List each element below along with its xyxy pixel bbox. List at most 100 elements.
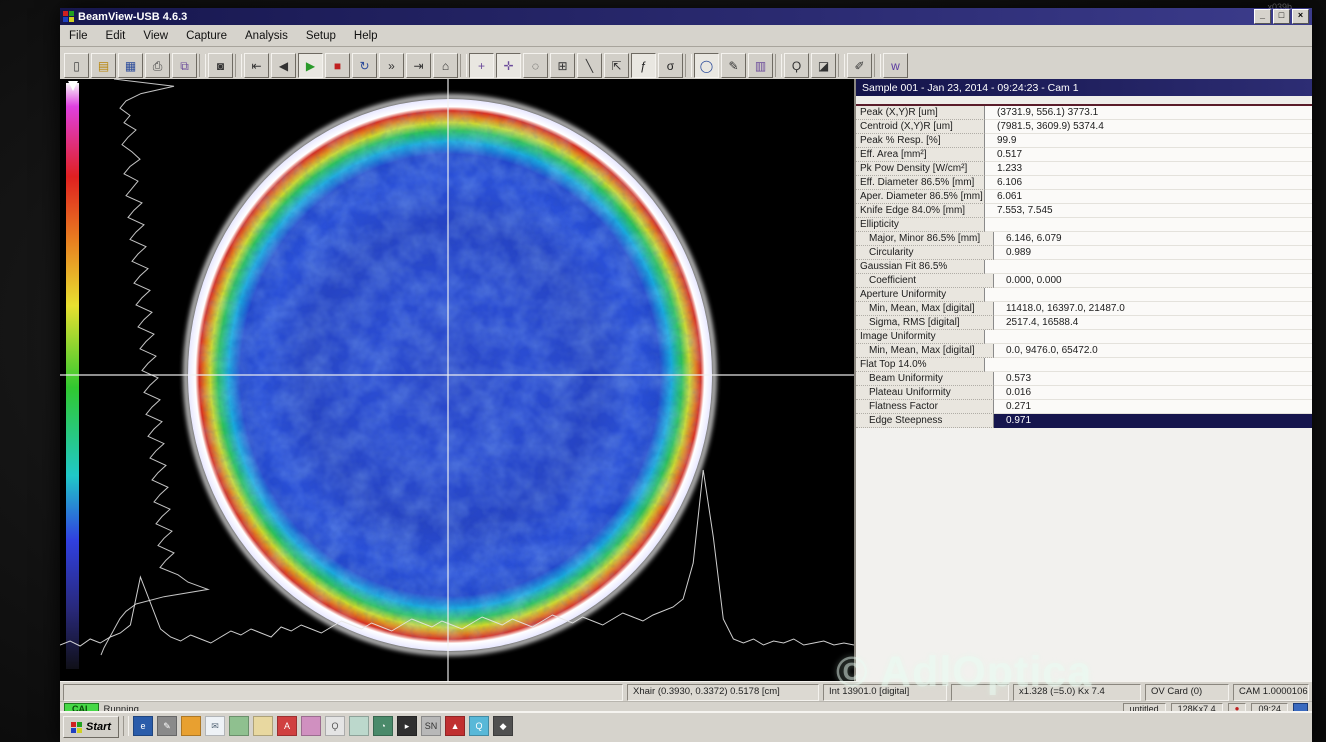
- toolbar-button[interactable]: ◪: [811, 53, 836, 78]
- toolbar-button[interactable]: ⎙: [145, 53, 170, 78]
- menu-item[interactable]: View: [134, 28, 177, 44]
- table-row[interactable]: Aperture Uniformity: [856, 288, 1312, 302]
- quick-launch-glyph: Q: [476, 721, 483, 731]
- table-row[interactable]: Major, Minor 86.5% [mm] 6.146, 6.079: [856, 232, 1312, 246]
- table-row[interactable]: Min, Mean, Max [digital] 11418.0, 16397.…: [856, 302, 1312, 316]
- quick-launch-icon[interactable]: [349, 716, 369, 736]
- quick-launch-icon[interactable]: ▲: [445, 716, 465, 736]
- table-row[interactable]: Eff. Diameter 86.5% [mm] 6.106: [856, 176, 1312, 190]
- toolbar-button[interactable]: +: [469, 53, 494, 78]
- table-row[interactable]: Pk Pow Density [W/cm²] 1.233: [856, 162, 1312, 176]
- toolbar-button: [199, 54, 206, 77]
- quick-launch-icon[interactable]: ◆: [493, 716, 513, 736]
- start-button[interactable]: Start: [63, 716, 119, 738]
- toolbar-button[interactable]: ƒ: [631, 53, 656, 78]
- toolbar-button[interactable]: ⇱: [604, 53, 629, 78]
- table-row[interactable]: Coefficient 0.000, 0.000: [856, 274, 1312, 288]
- table-row[interactable]: Circularity 0.989: [856, 246, 1312, 260]
- toolbar-button[interactable]: ⇥: [406, 53, 431, 78]
- sample-header: Sample 001 - Jan 23, 2014 - 09:24:23 - C…: [856, 79, 1312, 96]
- toolbar-button[interactable]: ⇤: [244, 53, 269, 78]
- toolbar-button[interactable]: ✐: [847, 53, 872, 78]
- toolbar-button[interactable]: ◀: [271, 53, 296, 78]
- table-row[interactable]: Gaussian Fit 86.5%: [856, 260, 1312, 274]
- table-row[interactable]: Image Uniformity: [856, 330, 1312, 344]
- menu-item[interactable]: Edit: [97, 28, 135, 44]
- toolbar-button-icon: ◙: [217, 60, 224, 72]
- quick-launch-icon[interactable]: ◔: [373, 716, 393, 736]
- quick-launch-icon[interactable]: [301, 716, 321, 736]
- table-row[interactable]: Peak % Resp. [%] 99.9: [856, 134, 1312, 148]
- menu-item[interactable]: File: [60, 28, 97, 44]
- menu-item[interactable]: Capture: [177, 28, 236, 44]
- toolbar-button[interactable]: ⌂: [433, 53, 458, 78]
- toolbar-button[interactable]: ◙: [208, 53, 233, 78]
- toolbar-button[interactable]: ✛: [496, 53, 521, 78]
- table-row[interactable]: Sigma, RMS [digital] 2517.4, 16588.4: [856, 316, 1312, 330]
- toolbar-button[interactable]: ╲: [577, 53, 602, 78]
- quick-launch-icon[interactable]: SN: [421, 716, 441, 736]
- row-value: 6.106: [985, 176, 1312, 190]
- quick-launch-glyph: ▲: [451, 721, 460, 731]
- toolbar-button[interactable]: ◌: [523, 53, 548, 78]
- toolbar-button[interactable]: ■: [325, 53, 350, 78]
- quick-launch-icon[interactable]: A: [277, 716, 297, 736]
- menu-item[interactable]: Setup: [297, 28, 345, 44]
- toolbar-button[interactable]: ◯: [694, 53, 719, 78]
- toolbar-button[interactable]: ▤: [91, 53, 116, 78]
- toolbar-button[interactable]: ⊞: [550, 53, 575, 78]
- table-row[interactable]: Ellipticity: [856, 218, 1312, 232]
- toolbar-button[interactable]: w: [883, 53, 908, 78]
- quick-launch-icon[interactable]: Q: [469, 716, 489, 736]
- window-control-button[interactable]: ×: [1292, 9, 1309, 24]
- table-row[interactable]: Aper. Diameter 86.5% [mm] 6.061: [856, 190, 1312, 204]
- quick-launch-icon[interactable]: Ϙ: [325, 716, 345, 736]
- menu-item[interactable]: Help: [345, 28, 387, 44]
- toolbar-button[interactable]: ↻: [352, 53, 377, 78]
- toolbar-button[interactable]: σ: [658, 53, 683, 78]
- table-row[interactable]: Edge Steepness 0.971: [856, 414, 1312, 428]
- table-row[interactable]: Flatness Factor 0.271: [856, 400, 1312, 414]
- toolbar-button-icon: ◀: [279, 60, 288, 72]
- status-bar: Xhair (0.3930, 0.3372) 0.5178 [cm]Int 13…: [60, 681, 1312, 702]
- windows-taskbar: Start e ✎ ✉: [60, 711, 1312, 742]
- table-row[interactable]: Eff. Area [mm²] 0.517: [856, 148, 1312, 162]
- row-label: Eff. Diameter 86.5% [mm]: [856, 176, 985, 190]
- row-label: Flat Top 14.0%: [856, 358, 985, 372]
- row-label: Plateau Uniformity: [856, 386, 994, 400]
- monitor-screen: BeamView-USB 4.6.3 _□× FileEditViewCaptu…: [60, 8, 1312, 742]
- results-table: Peak (X,Y)R [um] (3731.9, 556.1) 3773.1 …: [856, 106, 1312, 428]
- quick-launch-icon[interactable]: [229, 716, 249, 736]
- toolbar-button[interactable]: Ϙ: [784, 53, 809, 78]
- table-row[interactable]: Knife Edge 84.0% [mm] 7.553, 7.545: [856, 204, 1312, 218]
- table-row[interactable]: Beam Uniformity 0.573: [856, 372, 1312, 386]
- toolbar-button[interactable]: ✎: [721, 53, 746, 78]
- table-row[interactable]: Peak (X,Y)R [um] (3731.9, 556.1) 3773.1: [856, 106, 1312, 120]
- toolbar-button[interactable]: ▦: [118, 53, 143, 78]
- table-row[interactable]: Centroid (X,Y)R [um] (7981.5, 3609.9) 53…: [856, 120, 1312, 134]
- taskbar-separator: [123, 716, 129, 736]
- quick-launch-glyph: Ϙ: [332, 721, 339, 731]
- quick-launch-icon[interactable]: e: [133, 716, 153, 736]
- table-row[interactable]: Flat Top 14.0%: [856, 358, 1312, 372]
- toolbar-button[interactable]: ▶: [298, 53, 323, 78]
- table-row[interactable]: Min, Mean, Max [digital] 0.0, 9476.0, 65…: [856, 344, 1312, 358]
- quick-launch-icon[interactable]: [181, 716, 201, 736]
- quick-launch-icon[interactable]: [253, 716, 273, 736]
- row-value: 0.016: [994, 386, 1312, 400]
- quick-launch-icon[interactable]: ▸: [397, 716, 417, 736]
- table-row[interactable]: Plateau Uniformity 0.016: [856, 386, 1312, 400]
- quick-launch-icon[interactable]: ✉: [205, 716, 225, 736]
- row-value: [985, 260, 1312, 274]
- start-label: Start: [86, 721, 111, 733]
- toolbar-button[interactable]: ▯: [64, 53, 89, 78]
- row-label: Knife Edge 84.0% [mm]: [856, 204, 985, 218]
- quick-launch-icon[interactable]: ✎: [157, 716, 177, 736]
- row-value: [985, 330, 1312, 344]
- toolbar-button[interactable]: ⧉: [172, 53, 197, 78]
- beam-display[interactable]: [60, 79, 856, 682]
- menu-item[interactable]: Analysis: [236, 28, 297, 44]
- toolbar-button[interactable]: ▥: [748, 53, 773, 78]
- toolbar-button-icon: ◌: [532, 60, 539, 72]
- toolbar-button[interactable]: »: [379, 53, 404, 78]
